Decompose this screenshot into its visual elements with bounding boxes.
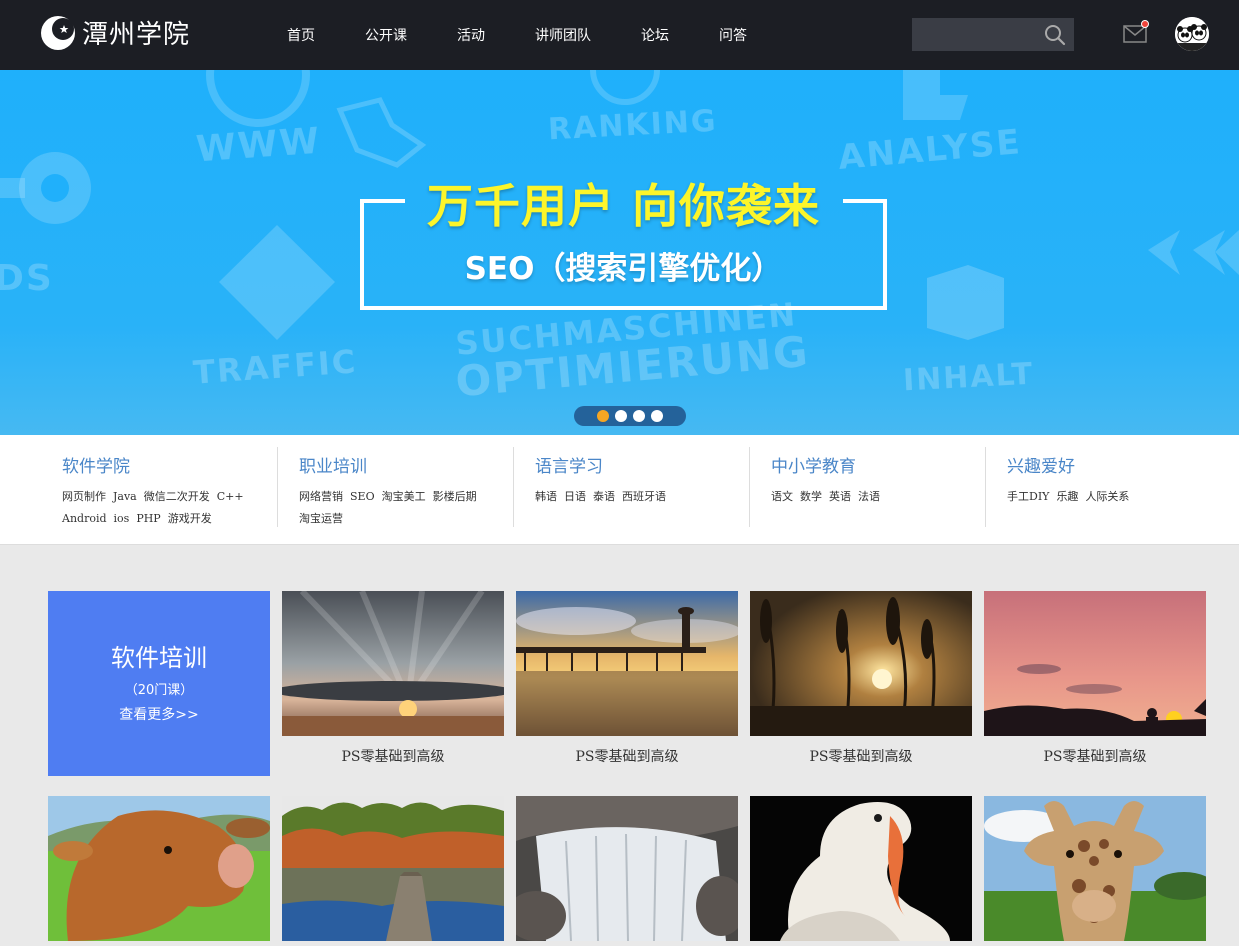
course-card[interactable] (750, 796, 972, 941)
category-link[interactable]: 影楼后期 (433, 486, 477, 508)
feature-title: 软件培训 (111, 644, 207, 672)
category-title[interactable]: 软件学院 (62, 452, 278, 477)
course-card[interactable]: PS零基础到高级 (516, 591, 738, 776)
category-link[interactable]: ios (114, 508, 130, 530)
category-strip: 软件学院 网页制作 Java 微信二次开发 C++Android ios PHP 游戏开发 … (0, 435, 1239, 545)
site-logo[interactable]: 潭州学院 (40, 14, 190, 51)
nav-open-class[interactable]: 公开课 (365, 25, 407, 45)
course-card[interactable] (282, 796, 504, 941)
logo-text: 潭州学院 (82, 20, 191, 50)
course-card[interactable] (516, 796, 738, 941)
category-link[interactable]: 数学 (800, 486, 822, 508)
category-links: 网页制作 Java 微信二次开发 C++ Android ios PHP 游戏开发 (62, 486, 262, 530)
category-k12: 中小学教育 语文 数学 英语 法语 (749, 447, 985, 527)
slider-dot-4[interactable] (651, 410, 663, 422)
nav-home[interactable]: 首页 (287, 25, 315, 45)
category-link[interactable]: Java (113, 486, 137, 508)
course-caption[interactable]: PS零基础到高级 (984, 736, 1206, 776)
category-link[interactable]: 语文 (771, 486, 793, 508)
course-caption[interactable]: PS零基础到高级 (282, 736, 504, 776)
search-input[interactable] (912, 18, 1042, 51)
banner-headline: 万千用户 向你袭来 (426, 179, 820, 233)
user-avatar[interactable] (1175, 17, 1209, 51)
category-link[interactable]: Android (62, 508, 107, 530)
nav-teachers[interactable]: 讲师团队 (535, 25, 591, 45)
category-link[interactable]: 泰语 (593, 486, 615, 508)
hero-banner[interactable]: WWW RANKING ANALYSE TRAFFIC SUCHMASCHINE… (0, 70, 1239, 435)
course-card[interactable]: PS零基础到高级 (282, 591, 504, 776)
category-link[interactable]: 游戏开发 (168, 508, 212, 530)
bg-word-www: WWW (194, 120, 323, 171)
banner-subtitle: SEO（搜索引擎优化） (464, 251, 783, 287)
notification-dot (1141, 20, 1149, 28)
course-thumbnail-pier-sunset[interactable] (516, 591, 738, 736)
bg-word-ds: DS (0, 258, 54, 299)
top-header: 潭州学院 首页 公开课 活动 讲师团队 论坛 问答 (0, 0, 1239, 70)
course-thumbnail-giraffe[interactable] (984, 796, 1206, 941)
category-link[interactable]: 淘宝运营 (299, 508, 343, 530)
category-link[interactable]: 淘宝美工 (382, 486, 426, 508)
feature-tile-software-training[interactable]: 软件培训 （20门课） 查看更多>> (48, 591, 270, 776)
category-link[interactable]: 英语 (829, 486, 851, 508)
category-link[interactable]: 乐趣 (1056, 486, 1078, 508)
category-link[interactable]: 微信二次开发 (144, 486, 210, 508)
category-link[interactable]: 手工DIY (1007, 486, 1049, 508)
course-thumbnail-grass-sunset[interactable] (750, 591, 972, 736)
category-link[interactable]: 日语 (564, 486, 586, 508)
slider-dot-3[interactable] (633, 410, 645, 422)
category-title[interactable]: 语言学习 (535, 452, 749, 477)
course-card[interactable]: PS零基础到高级 (984, 591, 1206, 776)
category-link[interactable]: PHP (136, 508, 160, 530)
search-box (912, 18, 1074, 51)
slider-pagination (574, 406, 686, 426)
nav-qa[interactable]: 问答 (719, 25, 747, 45)
category-link[interactable]: 网络营销 (299, 486, 343, 508)
category-software: 软件学院 网页制作 Java 微信二次开发 C++ Android ios PHP 游戏开发 (42, 447, 278, 527)
category-links: 网络营销 SEO 淘宝美工 影楼后期淘宝运营 (299, 486, 499, 530)
category-career: 职业培训 网络营销 SEO 淘宝美工 影楼后期淘宝运营 (277, 447, 513, 527)
category-hobby: 兴趣爱好 手工DIY 乐趣 人际关系 (985, 447, 1221, 527)
course-thumbnail-lake-forest[interactable] (282, 796, 504, 941)
course-thumbnail-dusk-silhouette[interactable] (984, 591, 1206, 736)
course-caption[interactable]: PS零基础到高级 (516, 736, 738, 776)
category-link[interactable]: 法语 (858, 486, 880, 508)
category-link[interactable]: SEO (350, 486, 375, 508)
course-card[interactable]: PS零基础到高级 (750, 591, 972, 776)
slider-dot-2[interactable] (615, 410, 627, 422)
course-thumbnail-cow[interactable] (48, 796, 270, 941)
course-card[interactable] (984, 796, 1206, 941)
view-more-link[interactable]: 查看更多>> (48, 704, 270, 724)
category-title[interactable]: 职业培训 (299, 452, 513, 477)
course-thumbnail-sunset-clouds[interactable] (282, 591, 504, 736)
bg-word-inhalt: INHALT (902, 356, 1036, 399)
panda-avatar-icon (1175, 17, 1209, 51)
category-link[interactable]: 西班牙语 (622, 486, 666, 508)
slider-dot-1[interactable] (597, 410, 609, 422)
category-links: 韩语 日语 泰语 西班牙语 (535, 486, 735, 508)
course-card[interactable] (48, 796, 270, 941)
category-links: 手工DIY 乐趣 人际关系 (1007, 486, 1207, 508)
category-language: 语言学习 韩语 日语 泰语 西班牙语 (513, 447, 749, 527)
logo-moon-icon (41, 15, 75, 50)
category-link[interactable]: 人际关系 (1085, 486, 1129, 508)
category-link[interactable]: C++ (217, 486, 244, 508)
nav-events[interactable]: 活动 (457, 25, 485, 45)
category-links: 语文 数学 英语 法语 (771, 486, 971, 508)
category-link[interactable]: 网页制作 (62, 486, 106, 508)
main-nav: 首页 公开课 活动 讲师团队 论坛 问答 (287, 0, 747, 70)
feature-course-count: （20门课） (124, 683, 194, 698)
course-caption[interactable]: PS零基础到高级 (750, 736, 972, 776)
nav-forum[interactable]: 论坛 (641, 25, 669, 45)
category-title[interactable]: 兴趣爱好 (1007, 452, 1221, 477)
course-thumbnail-waterfall[interactable] (516, 796, 738, 941)
category-title[interactable]: 中小学教育 (771, 452, 985, 477)
search-icon[interactable] (1044, 24, 1066, 46)
course-thumbnail-pelican[interactable] (750, 796, 972, 941)
category-link[interactable]: 韩语 (535, 486, 557, 508)
